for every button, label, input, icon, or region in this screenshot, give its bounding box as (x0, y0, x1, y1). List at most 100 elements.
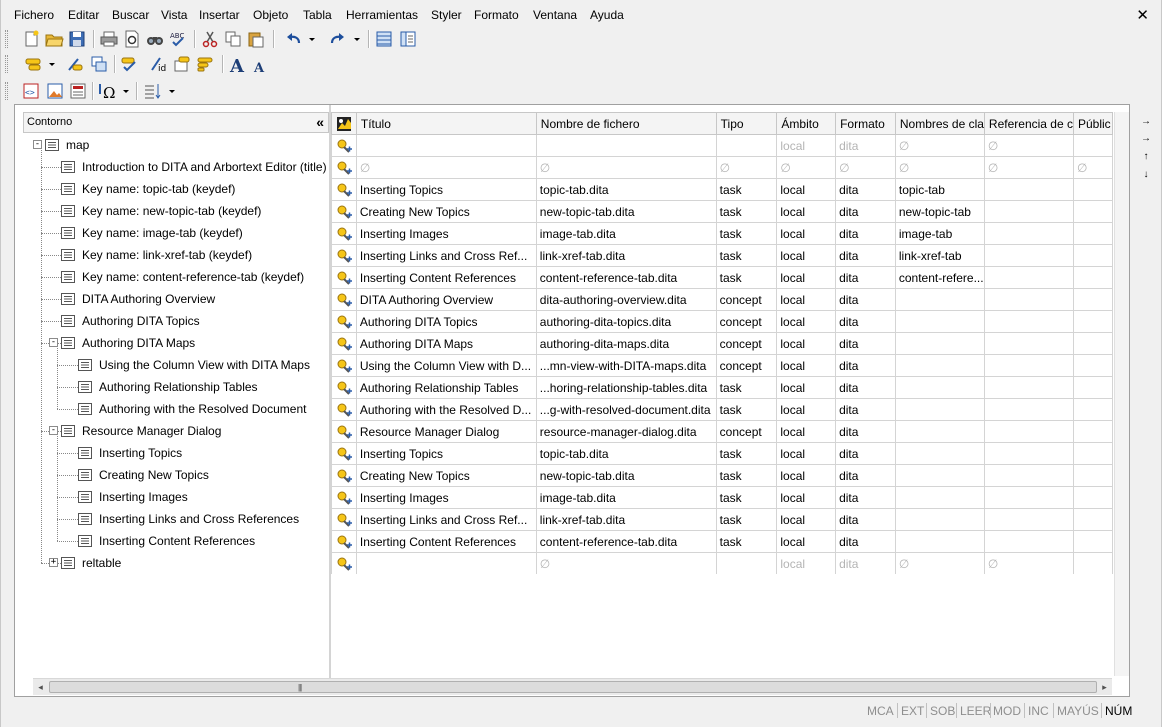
cell-referencia[interactable] (983, 310, 1074, 333)
cell-titulo[interactable]: Creating New Topics (355, 464, 537, 487)
cell-nombres-clave[interactable]: image-tab (894, 222, 985, 245)
table-row[interactable]: Inserting Topics topic-tab.dita task local d… (331, 178, 1113, 201)
cell-ambito[interactable]: local (776, 530, 837, 553)
tree-item[interactable]: Using the Column View with DITA Maps (99, 354, 310, 376)
cell-publico[interactable] (1072, 508, 1113, 531)
move-right-arrow-icon[interactable]: → (1141, 134, 1151, 144)
cell-tipo[interactable]: task (715, 486, 778, 509)
cell-referencia[interactable]: ∅ (983, 134, 1074, 157)
table-row[interactable]: Authoring Relationship Tables ...horing-r… (331, 376, 1113, 399)
cell-nombres-clave[interactable] (894, 354, 985, 377)
cell-tipo[interactable]: task (715, 178, 778, 201)
tree-item[interactable]: DITA Authoring Overview (82, 288, 215, 310)
cell-tipo[interactable]: task (715, 200, 778, 223)
cell-titulo[interactable]: Authoring DITA Topics (355, 310, 537, 333)
toolbar-grip[interactable] (5, 82, 8, 100)
edit-row-icon[interactable] (331, 508, 357, 531)
cell-ambito[interactable]: local (776, 244, 837, 267)
tree-item[interactable]: map (66, 134, 89, 156)
cell-formato[interactable]: dita (835, 244, 896, 267)
tree-item[interactable]: Key name: new-topic-tab (keydef) (82, 200, 261, 222)
column-header-ambito[interactable]: Ámbito (776, 112, 837, 135)
cut-icon[interactable] (200, 29, 220, 49)
cell-tipo[interactable]: concept (715, 420, 778, 443)
cell-formato[interactable]: dita (835, 442, 896, 465)
split-icon[interactable] (89, 54, 109, 74)
edit-row-icon[interactable] (331, 552, 357, 574)
tree-item[interactable]: Authoring with the Resolved Document (99, 398, 306, 420)
redo-dropdown-icon[interactable] (352, 29, 362, 49)
cell-titulo[interactable]: Authoring with the Resolved D... (355, 398, 537, 421)
cell-nombre-fichero[interactable]: ...mn-view-with-DITA-maps.dita (535, 354, 717, 377)
cell-tipo[interactable]: task (715, 530, 778, 553)
redo-icon[interactable] (328, 29, 348, 49)
cell-referencia[interactable] (983, 222, 1074, 245)
cell-titulo[interactable]: Inserting Links and Cross Ref... (355, 244, 537, 267)
table-row[interactable]: Inserting Images image-tab.dita task local d… (331, 222, 1113, 245)
insert-image-icon[interactable] (45, 81, 65, 101)
cell-nombre-fichero[interactable]: image-tab.dita (535, 486, 717, 509)
cell-referencia[interactable] (983, 398, 1074, 421)
menu-ventana[interactable]: Ventana (533, 7, 577, 23)
cell-formato[interactable]: dita (835, 530, 896, 553)
insert-reference-icon[interactable] (172, 54, 192, 74)
column-header-titulo[interactable]: Título (355, 112, 537, 135)
cell-tipo[interactable]: concept (715, 332, 778, 355)
table-row[interactable]: Authoring DITA Maps authoring-dita-maps.d… (331, 332, 1113, 355)
cell-ambito[interactable]: local (776, 442, 837, 465)
cell-tipo[interactable]: task (715, 508, 778, 531)
tree-item[interactable]: Inserting Content References (99, 530, 255, 552)
cell-tipo[interactable] (715, 134, 778, 157)
horizontal-scrollbar[interactable]: ◂ ||| ▸ (33, 678, 1112, 695)
cell-ambito[interactable]: local (776, 332, 837, 355)
collapse-node-icon[interactable]: - (49, 338, 58, 347)
table-row[interactable]: Inserting Links and Cross Ref... link-xre… (331, 508, 1113, 531)
cell-nombre-fichero[interactable]: link-xref-tab.dita (535, 508, 717, 531)
table-row[interactable]: Using the Column View with D... ...mn-vie… (331, 354, 1113, 377)
cell-nombres-clave[interactable]: ∅ (894, 134, 985, 157)
edit-row-icon[interactable] (331, 332, 357, 355)
cell-titulo[interactable]: Creating New Topics (355, 200, 537, 223)
cell-titulo[interactable] (355, 134, 537, 157)
cell-ambito[interactable]: local (776, 310, 837, 333)
insert-markup-icon[interactable] (24, 54, 44, 74)
cell-titulo[interactable]: Inserting Links and Cross Ref... (355, 508, 537, 531)
cell-ambito[interactable]: local (776, 200, 837, 223)
cell-referencia[interactable] (983, 464, 1074, 487)
cell-titulo[interactable]: Inserting Images (355, 486, 537, 509)
cell-nombre-fichero[interactable]: topic-tab.dita (535, 442, 717, 465)
column-settings-icon[interactable] (331, 112, 357, 135)
cell-nombre-fichero[interactable]: ∅ (535, 552, 717, 574)
cell-ambito[interactable]: local (776, 288, 837, 311)
edit-row-icon[interactable] (331, 288, 357, 311)
cell-tipo[interactable]: concept (715, 310, 778, 333)
cell-referencia[interactable] (983, 486, 1074, 509)
move-right-arrow-icon[interactable]: → (1141, 117, 1151, 127)
cell-publico[interactable] (1072, 134, 1113, 157)
edit-row-icon[interactable] (331, 222, 357, 245)
cell-referencia[interactable] (983, 508, 1074, 531)
tree-item[interactable]: Key name: content-reference-tab (keydef) (82, 266, 304, 288)
column-header-referencia[interactable]: Referencia de c (983, 112, 1074, 135)
increase-font-icon[interactable]: A (228, 54, 248, 74)
cell-referencia[interactable] (983, 442, 1074, 465)
cell-titulo[interactable]: Inserting Images (355, 222, 537, 245)
cell-formato[interactable]: dita (835, 222, 896, 245)
cell-titulo[interactable]: DITA Authoring Overview (355, 288, 537, 311)
tree-item[interactable]: Key name: link-xref-tab (keydef) (82, 244, 252, 266)
cell-nombre-fichero[interactable]: topic-tab.dita (535, 178, 717, 201)
cell-nombre-fichero[interactable]: ...horing-relationship-tables.dita (535, 376, 717, 399)
cell-publico[interactable] (1072, 288, 1113, 311)
edit-row-icon[interactable] (331, 156, 357, 179)
cell-nombres-clave[interactable] (894, 376, 985, 399)
tree-item[interactable]: Inserting Links and Cross References (99, 508, 299, 530)
cell-ambito[interactable]: local (776, 266, 837, 289)
cell-nombre-fichero[interactable]: resource-manager-dialog.dita (535, 420, 717, 443)
cell-nombre-fichero[interactable]: ∅ (535, 156, 717, 179)
cell-nombre-fichero[interactable]: dita-authoring-overview.dita (535, 288, 717, 311)
cell-formato[interactable]: dita (835, 508, 896, 531)
cell-referencia[interactable] (983, 288, 1074, 311)
edit-row-icon[interactable] (331, 178, 357, 201)
scroll-left-arrow-icon[interactable]: ◂ (34, 681, 47, 694)
cell-formato[interactable]: dita (835, 486, 896, 509)
